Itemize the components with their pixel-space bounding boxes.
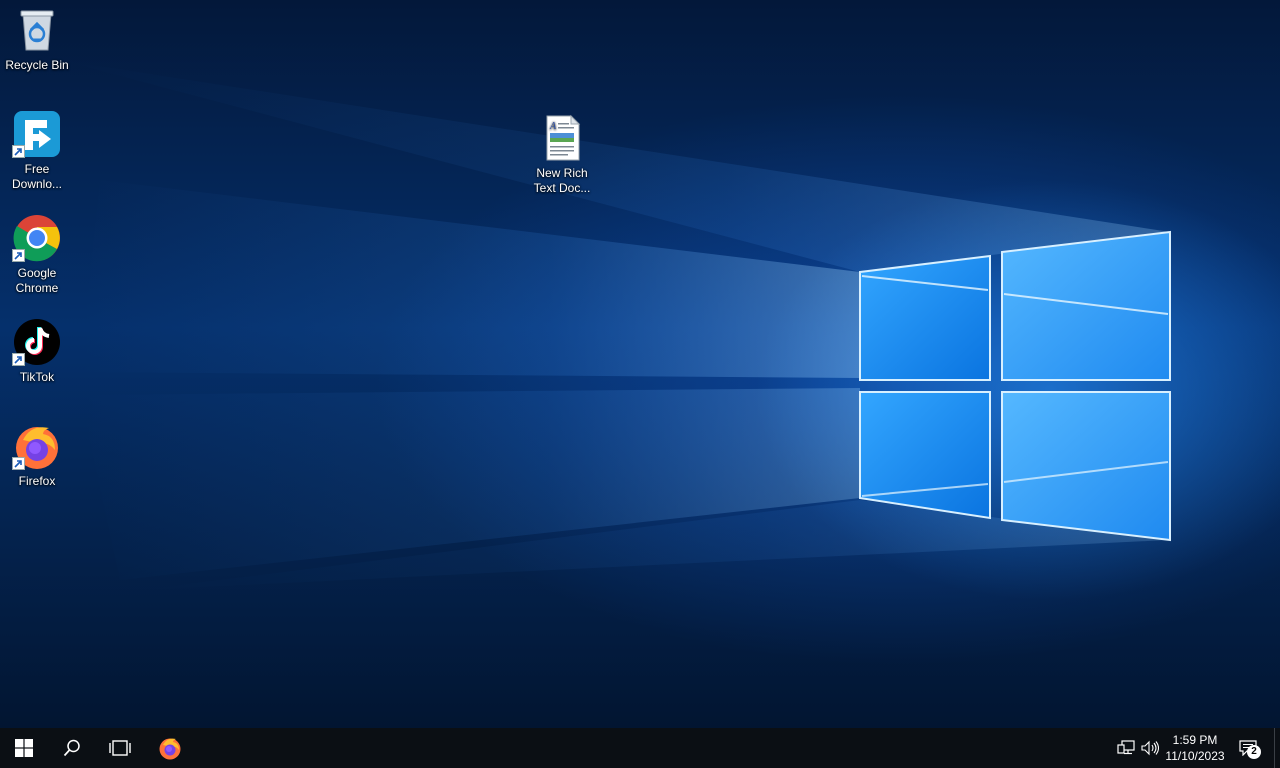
show-desktop-button[interactable] [1274, 728, 1280, 768]
task-view-icon [109, 740, 131, 756]
tiktok-icon [12, 318, 61, 366]
taskbar-firefox-button[interactable] [146, 728, 194, 768]
desktop-icon-firefox[interactable]: Firefox [1, 422, 73, 489]
taskbar: 1:59 PM 11/10/2023 2 [0, 728, 1280, 768]
desktop[interactable]: Recycle Bin Free Downlo... Google Chrome… [0, 0, 1280, 728]
desktop-icon-new-rich-text-document[interactable]: A New Rich Text Doc... [526, 114, 598, 196]
clock-time: 1:59 PM [1172, 733, 1218, 747]
wallpaper [60, 60, 1171, 590]
clock-date: 11/10/2023 [1165, 749, 1225, 763]
notification-count-badge: 2 [1247, 745, 1261, 759]
start-button[interactable] [0, 728, 48, 768]
desktop-icon-label: Free Downlo... [11, 162, 63, 191]
clock[interactable]: 1:59 PM 11/10/2023 [1158, 732, 1232, 764]
shortcut-arrow-icon [12, 145, 25, 158]
windows-start-icon [15, 739, 33, 757]
shortcut-arrow-icon [12, 353, 25, 366]
recycle-bin-icon [13, 6, 61, 54]
volume-tray-button[interactable] [1140, 728, 1160, 768]
volume-icon [1141, 740, 1159, 756]
desktop-icon-label: Recycle Bin [5, 58, 69, 72]
firefox-icon [159, 738, 181, 760]
task-view-button[interactable] [96, 728, 144, 768]
search-button[interactable] [48, 728, 96, 768]
desktop-icon-label: Firefox [18, 474, 56, 488]
search-icon [63, 739, 80, 757]
desktop-icon-free-download-manager[interactable]: Free Downlo... [1, 110, 73, 192]
desktop-icon-recycle-bin[interactable]: Recycle Bin [1, 6, 73, 73]
network-icon [1117, 740, 1135, 755]
action-center-button[interactable]: 2 [1236, 728, 1261, 768]
desktop-icon-google-chrome[interactable]: Google Chrome [1, 214, 73, 296]
shortcut-arrow-icon [12, 249, 25, 262]
desktop-icon-label: Google Chrome [15, 266, 59, 295]
firefox-icon [12, 422, 61, 470]
chrome-icon [12, 214, 61, 262]
desktop-icon-label: TikTok [19, 370, 55, 384]
shortcut-arrow-icon [12, 457, 25, 470]
desktop-icon-tiktok[interactable]: TikTok [1, 318, 73, 385]
free-download-manager-icon [12, 110, 61, 158]
svg-text:A: A [549, 121, 557, 132]
rich-text-document-icon: A [538, 114, 586, 162]
desktop-icon-label: New Rich Text Doc... [533, 166, 591, 195]
network-tray-button[interactable] [1116, 728, 1136, 768]
